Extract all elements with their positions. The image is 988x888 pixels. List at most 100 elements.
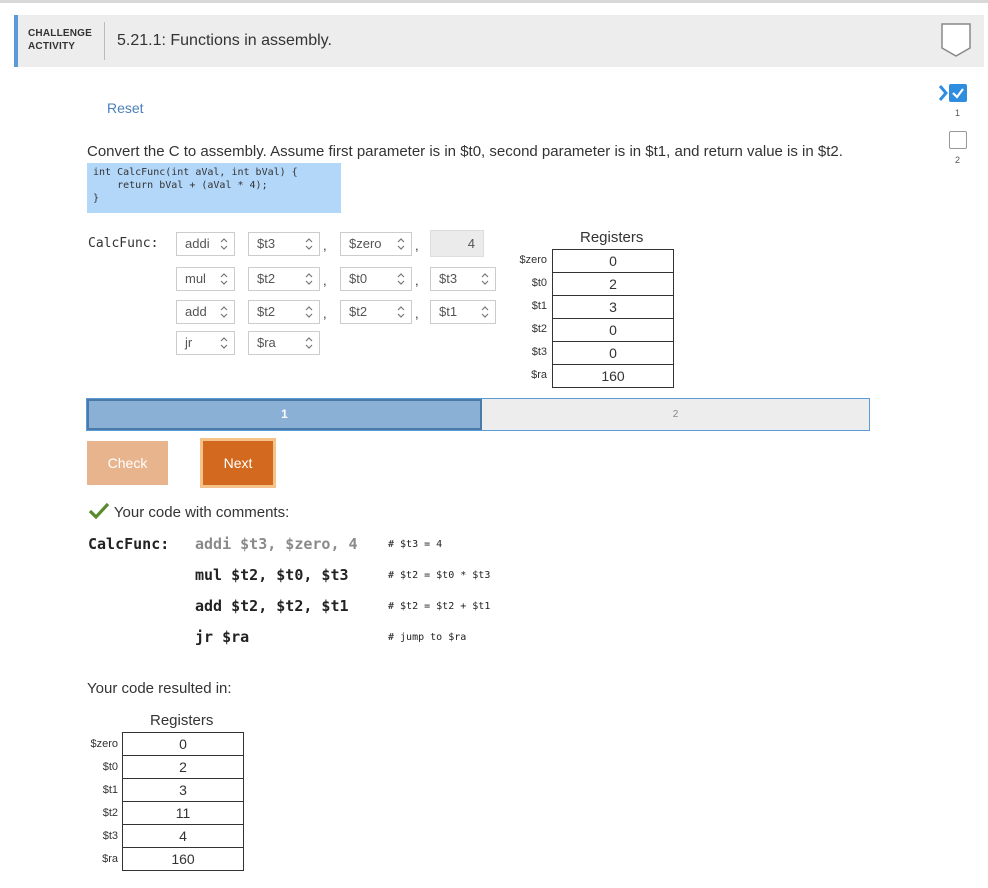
register-name: $t1 (102, 784, 118, 796)
select-arrows-icon (305, 337, 313, 349)
register-value: 2 (122, 755, 244, 779)
activity-title: 5.21.1: Functions in assembly. (117, 32, 332, 49)
comma: , (415, 273, 419, 288)
feedback-code-line: mul $t2, $t0, $t3 (195, 566, 349, 584)
register-name: $ra (102, 853, 118, 865)
feedback-comment: # $t3 = 4 (388, 539, 443, 550)
row4-operand1-value: $ra (257, 335, 276, 350)
row3-operand1-value: $t2 (257, 304, 276, 319)
register-name: $t2 (531, 323, 547, 335)
select-arrows-icon (220, 337, 228, 349)
register-name: $t3 (531, 346, 547, 358)
comma: , (415, 238, 419, 253)
register-name: $t0 (102, 761, 118, 773)
result-registers-title: Registers (150, 712, 214, 729)
register-name: $zero (519, 254, 547, 266)
register-value: 0 (552, 341, 674, 365)
c-code-block: int CalcFunc(int aVal, int bVal) { retur… (87, 163, 341, 213)
feedback-heading-text: Your code with comments: (113, 504, 290, 521)
select-arrows-icon (397, 238, 405, 250)
select-arrows-icon (481, 306, 489, 318)
register-name: $t0 (531, 277, 547, 289)
select-arrows-icon (397, 273, 405, 285)
row3-operand3-value: $t1 (439, 304, 458, 319)
row3-operand3-select[interactable]: $t1 (430, 300, 496, 324)
header-divider (104, 22, 105, 60)
register-name: $zero (90, 738, 118, 750)
reset-link[interactable]: Reset (107, 100, 144, 116)
completion-badge-icon (941, 23, 971, 57)
feedback-heading: Your code with comments: (88, 502, 289, 521)
activity-header: CHALLENGE ACTIVITY 5.21.1: Functions in … (14, 15, 984, 67)
next-button[interactable]: Next (200, 438, 276, 488)
instructions: Convert the C to assembly. Assume first … (87, 143, 843, 160)
step-2[interactable]: 2 (482, 399, 869, 430)
activity-kind: CHALLENGE ACTIVITY (28, 27, 92, 53)
row2-opcode-select[interactable]: mul (176, 267, 235, 291)
level-2-indicator[interactable] (949, 131, 967, 149)
step-progress-bar: 1 2 (86, 398, 870, 431)
row1-operand2-select[interactable]: $zero (340, 232, 412, 256)
top-rule (0, 0, 988, 3)
registers-title: Registers (580, 229, 644, 246)
checkmark-icon (88, 502, 110, 520)
level-2-number: 2 (955, 155, 961, 165)
select-arrows-icon (397, 306, 405, 318)
row2-operand3-select[interactable]: $t3 (430, 267, 496, 291)
feedback-comment: # $t2 = $t2 + $t1 (388, 601, 491, 612)
row1-operand1-value: $t3 (257, 236, 276, 251)
row1-immediate-input[interactable]: 4 (430, 230, 484, 257)
row3-operand1-select[interactable]: $t2 (248, 300, 320, 324)
row3-operand2-value: $t2 (349, 304, 368, 319)
row2-opcode-value: mul (185, 271, 206, 286)
register-value: 11 (122, 801, 244, 825)
row4-opcode-value: jr (185, 335, 193, 350)
step-1[interactable]: 1 (87, 399, 482, 430)
register-value: 0 (122, 732, 244, 756)
register-value: 0 (552, 318, 674, 342)
row4-opcode-select[interactable]: jr (176, 331, 235, 355)
check-button[interactable]: Check (87, 441, 168, 485)
register-value: 3 (122, 778, 244, 802)
feedback-comment: # jump to $ra (388, 632, 467, 643)
row1-opcode-value: addi (185, 236, 210, 251)
row1-operand1-select[interactable]: $t3 (248, 232, 320, 256)
row2-operand1-select[interactable]: $t2 (248, 267, 320, 291)
comma: , (323, 273, 327, 288)
row2-operand2-select[interactable]: $t0 (340, 267, 412, 291)
register-value: 160 (552, 364, 674, 388)
comma: , (323, 306, 327, 321)
register-value: 0 (552, 249, 674, 273)
select-arrows-icon (305, 273, 313, 285)
feedback-code-line: addi $t3, $zero, 4 (195, 535, 358, 553)
level-1-indicator[interactable] (949, 84, 967, 102)
function-label: CalcFunc: (88, 236, 159, 251)
row4-operand1-select[interactable]: $ra (248, 331, 320, 355)
register-value: 160 (122, 847, 244, 871)
select-arrows-icon (220, 273, 228, 285)
select-arrows-icon (305, 238, 313, 250)
feedback-code-line: add $t2, $t2, $t1 (195, 597, 349, 615)
register-value: 4 (122, 824, 244, 848)
select-arrows-icon (220, 238, 228, 250)
comma: , (323, 238, 327, 253)
row3-opcode-value: add (185, 304, 207, 319)
row2-operand1-value: $t2 (257, 271, 276, 286)
select-arrows-icon (220, 306, 228, 318)
row2-operand2-value: $t0 (349, 271, 368, 286)
chevron-right-icon[interactable] (938, 84, 948, 102)
row1-opcode-select[interactable]: addi (176, 232, 235, 256)
row1-operand2-value: $zero (349, 236, 382, 251)
activity-kind-line2: ACTIVITY (28, 41, 76, 52)
register-name: $t3 (102, 830, 118, 842)
register-value: 3 (552, 295, 674, 319)
level-1-number: 1 (955, 108, 961, 118)
feedback-comment: # $t2 = $t0 * $t3 (388, 570, 491, 581)
row3-operand2-select[interactable]: $t2 (340, 300, 412, 324)
register-name: $t2 (102, 807, 118, 819)
select-arrows-icon (305, 306, 313, 318)
register-name: $t1 (531, 300, 547, 312)
row3-opcode-select[interactable]: add (176, 300, 235, 324)
comma: , (415, 306, 419, 321)
activity-kind-line1: CHALLENGE (28, 28, 93, 39)
